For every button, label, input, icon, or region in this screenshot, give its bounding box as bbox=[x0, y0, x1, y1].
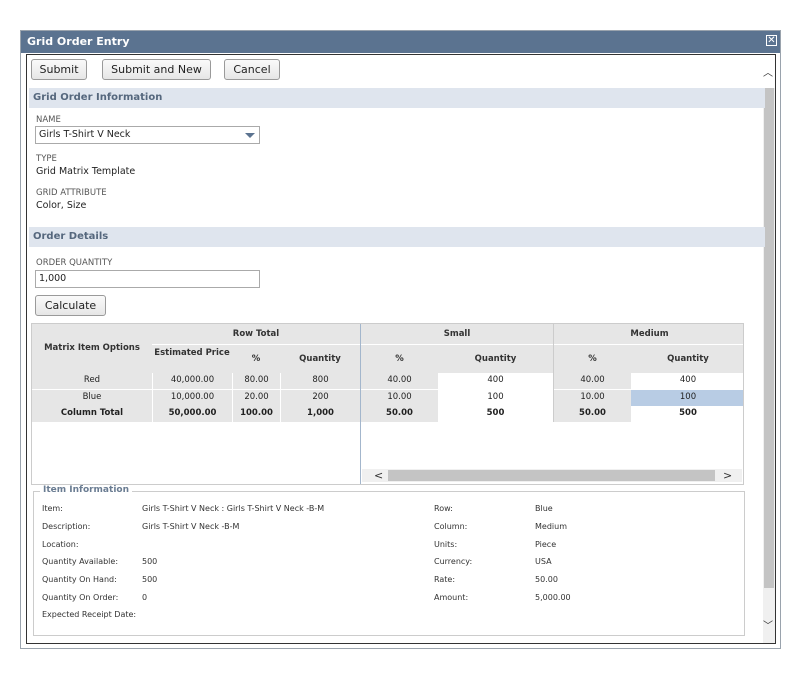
small-qty-header: Quantity bbox=[438, 344, 553, 373]
cancel-button[interactable]: Cancel bbox=[224, 59, 280, 80]
row-qty-header: Quantity bbox=[280, 344, 360, 373]
total-name: Column Total bbox=[32, 406, 152, 422]
description-value: Girls T-Shirt V Neck -B-M bbox=[142, 522, 240, 531]
scroll-down-icon[interactable]: ﹀ bbox=[762, 617, 774, 632]
grid-attribute-label: GRID ATTRIBUTE bbox=[36, 188, 107, 198]
amount-label: Amount: bbox=[434, 593, 469, 602]
row-total-header: Row Total bbox=[152, 324, 360, 344]
dialog-titlebar[interactable]: Grid Order Entry ✕ bbox=[21, 31, 780, 53]
close-icon[interactable]: ✕ bbox=[766, 35, 777, 46]
row-name: Blue bbox=[32, 390, 152, 406]
small-pct-cell: 40.00 bbox=[361, 373, 438, 389]
quantity-on-order-value: 0 bbox=[142, 593, 148, 602]
scroll-up-icon[interactable]: ︿ bbox=[762, 64, 774, 79]
submit-button[interactable]: Submit bbox=[31, 59, 87, 80]
vertical-scroll-thumb[interactable] bbox=[764, 88, 774, 588]
small-pct-total: 50.00 bbox=[361, 406, 438, 422]
currency-label: Currency: bbox=[434, 557, 473, 566]
amount-value: 5,000.00 bbox=[535, 593, 571, 602]
units-value: Piece bbox=[535, 540, 557, 549]
medium-header: Medium bbox=[554, 324, 743, 344]
item-information-legend: Item Information bbox=[40, 485, 132, 495]
section-title: Order Details bbox=[33, 231, 109, 242]
quantity-on-hand-value: 500 bbox=[142, 575, 158, 584]
row-name: Red bbox=[32, 373, 152, 389]
row-qty: 800 bbox=[280, 373, 360, 389]
item-information-panel: Item Information Item: Girls T-Shirt V N… bbox=[33, 485, 745, 636]
name-label: NAME bbox=[36, 115, 61, 125]
small-qty-total: 500 bbox=[438, 406, 553, 422]
type-label: TYPE bbox=[36, 154, 57, 164]
grid-attribute-value: Color, Size bbox=[36, 200, 87, 211]
total-pct: 100.00 bbox=[232, 406, 280, 422]
horizontal-scrollbar[interactable]: < > bbox=[362, 469, 742, 482]
rate-label: Rate: bbox=[434, 575, 456, 584]
grid-order-information-header: Grid Order Information bbox=[29, 88, 765, 108]
name-select[interactable]: Girls T-Shirt V Neck bbox=[35, 126, 260, 144]
section-title: Grid Order Information bbox=[33, 92, 163, 103]
row-pct: 20.00 bbox=[232, 390, 280, 406]
medium-qty-header: Quantity bbox=[631, 344, 743, 373]
medium-qty-input[interactable]: 400 bbox=[631, 373, 743, 389]
type-value: Grid Matrix Template bbox=[36, 166, 136, 177]
matrix-grid: Matrix Item Options Row Total Small Medi… bbox=[31, 323, 744, 485]
row-pct-header: % bbox=[232, 344, 280, 373]
horizontal-scroll-thumb[interactable] bbox=[388, 470, 715, 481]
small-qty-input[interactable]: 400 bbox=[438, 373, 553, 389]
column-label: Column: bbox=[434, 522, 468, 531]
grid-order-entry-dialog: Grid Order Entry ✕ Submit Submit and New… bbox=[20, 30, 781, 649]
quantity-on-order-label: Quantity On Order: bbox=[42, 593, 119, 602]
medium-pct-cell: 10.00 bbox=[554, 390, 631, 406]
small-qty-input[interactable]: 100 bbox=[438, 390, 553, 406]
item-value: Girls T-Shirt V Neck : Girls T-Shirt V N… bbox=[142, 504, 325, 513]
dialog-content: Submit Submit and New Cancel ︿ ﹀ Grid Or… bbox=[26, 54, 776, 644]
medium-qty-total: 500 bbox=[631, 406, 743, 422]
total-price: 50,000.00 bbox=[152, 406, 232, 422]
column-divider bbox=[553, 324, 554, 422]
currency-value: USA bbox=[535, 557, 552, 566]
quantity-available-label: Quantity Available: bbox=[42, 557, 119, 566]
row-label: Row: bbox=[434, 504, 453, 513]
rate-value: 50.00 bbox=[535, 575, 558, 584]
medium-qty-input-selected[interactable]: 100 bbox=[631, 390, 743, 406]
medium-pct-total: 50.00 bbox=[554, 406, 631, 422]
description-label: Description: bbox=[42, 522, 91, 531]
order-details-header: Order Details bbox=[29, 227, 765, 247]
scroll-left-icon[interactable]: < bbox=[374, 469, 383, 482]
submit-and-new-button[interactable]: Submit and New bbox=[102, 59, 211, 80]
vertical-scrollbar[interactable] bbox=[763, 88, 775, 643]
order-quantity-input[interactable]: 1,000 bbox=[35, 270, 260, 288]
chevron-down-icon[interactable] bbox=[245, 133, 255, 138]
units-label: Units: bbox=[434, 540, 458, 549]
small-pct-cell: 10.00 bbox=[361, 390, 438, 406]
row-price: 10,000.00 bbox=[152, 390, 232, 406]
small-header: Small bbox=[361, 324, 553, 344]
medium-pct-header: % bbox=[554, 344, 631, 373]
medium-pct-cell: 40.00 bbox=[554, 373, 631, 389]
small-pct-header: % bbox=[361, 344, 438, 373]
row-pct: 80.00 bbox=[232, 373, 280, 389]
row-value: Blue bbox=[535, 504, 553, 513]
row-qty: 200 bbox=[280, 390, 360, 406]
row-price: 40,000.00 bbox=[152, 373, 232, 389]
total-qty: 1,000 bbox=[280, 406, 360, 422]
name-select-value: Girls T-Shirt V Neck bbox=[39, 129, 131, 140]
estimated-price-header: Estimated Price bbox=[152, 344, 232, 373]
quantity-available-value: 500 bbox=[142, 557, 158, 566]
dialog-title: Grid Order Entry bbox=[27, 35, 130, 48]
item-label: Item: bbox=[42, 504, 63, 513]
frozen-column-divider bbox=[360, 324, 361, 484]
calculate-button[interactable]: Calculate bbox=[35, 295, 106, 316]
column-value: Medium bbox=[535, 522, 567, 531]
scroll-right-icon[interactable]: > bbox=[723, 469, 732, 482]
order-quantity-label: ORDER QUANTITY bbox=[36, 258, 113, 268]
expected-receipt-date-label: Expected Receipt Date: bbox=[42, 610, 137, 619]
matrix-item-options-header: Matrix Item Options bbox=[32, 324, 152, 373]
quantity-on-hand-label: Quantity On Hand: bbox=[42, 575, 117, 584]
location-label: Location: bbox=[42, 540, 79, 549]
